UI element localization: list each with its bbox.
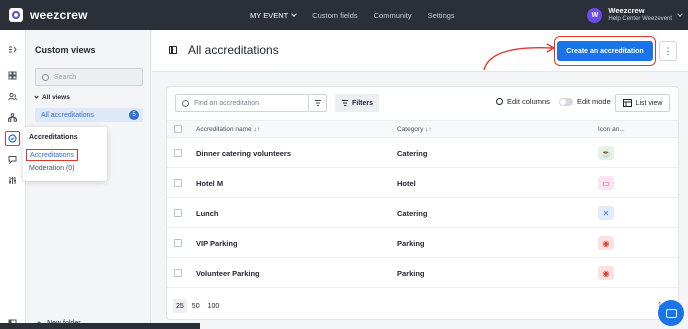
food-icon: ☕: [598, 146, 614, 160]
list-icon: [622, 99, 632, 107]
chat-support-button[interactable]: [658, 300, 684, 326]
chevron-down-icon: [291, 10, 298, 17]
nav-custom-fields[interactable]: Custom fields: [312, 11, 357, 20]
nav-my-event[interactable]: MY EVENT: [250, 10, 298, 20]
gear-icon: [496, 98, 503, 105]
page-size-100[interactable]: 100: [205, 299, 223, 313]
filters-button[interactable]: Filters: [335, 94, 379, 112]
accreditations-card: Find an accreditation Filters Edit colum…: [166, 86, 679, 320]
accreditation-name: VIP Parking: [196, 239, 238, 248]
bed-icon: ▭: [598, 176, 614, 190]
accreditation-category: Hotel: [397, 179, 416, 188]
table-row[interactable]: Dinner catering volunteers Catering ☕: [167, 138, 678, 168]
view-item-all-accreditations[interactable]: All accreditations 5: [35, 108, 143, 122]
filter-funnel-button[interactable]: [309, 94, 327, 112]
weezcrew-logo-icon[interactable]: [9, 8, 23, 22]
top-bar: weezcrew MY EVENT Custom fields Communit…: [0, 0, 688, 30]
row-checkbox[interactable]: [174, 239, 182, 247]
select-all-checkbox[interactable]: [174, 125, 182, 133]
find-accreditation-input[interactable]: Find an accreditation: [175, 94, 309, 112]
message-icon[interactable]: [5, 152, 20, 167]
parking-icon: ◉: [598, 266, 614, 280]
custom-views-search-input[interactable]: Search: [35, 68, 143, 86]
avatar: W: [587, 7, 603, 23]
parking-icon: ◉: [598, 236, 614, 250]
collapse-menu-icon[interactable]: [5, 42, 20, 57]
accreditation-name: Dinner catering volunteers: [196, 149, 292, 158]
list-view-button[interactable]: List view: [615, 94, 670, 112]
left-rail: [0, 30, 26, 329]
popover-item-moderation[interactable]: Moderation (0): [29, 165, 75, 172]
table-row[interactable]: VIP Parking Parking ◉: [167, 228, 678, 258]
toggle-switch[interactable]: [559, 97, 573, 106]
create-accreditation-button[interactable]: Create an accreditation: [557, 41, 653, 61]
chevron-down-icon: [34, 93, 39, 99]
custom-views-title: Custom views: [35, 45, 96, 55]
funnel-icon: [314, 100, 321, 106]
column-header-icon[interactable]: Icon an...: [598, 126, 625, 133]
row-checkbox[interactable]: [174, 209, 182, 217]
edit-mode-toggle[interactable]: Edit mode: [559, 97, 611, 106]
user-organization: Help Center Weezevent: [608, 16, 672, 22]
table-toolbar: Find an accreditation Filters Edit colum…: [167, 87, 678, 118]
search-icon: [182, 99, 189, 107]
popover-item-accreditations[interactable]: Accreditations: [26, 149, 78, 161]
column-header-name[interactable]: Accreditation name ↓↑: [196, 126, 260, 133]
all-views-section[interactable]: All views: [34, 93, 70, 101]
row-checkbox[interactable]: [174, 179, 182, 187]
page-size-50[interactable]: 50: [189, 299, 203, 313]
page-header: All accreditations Create an accreditati…: [152, 30, 688, 72]
row-checkbox[interactable]: [174, 149, 182, 157]
row-checkbox[interactable]: [174, 269, 182, 277]
table-header: Accreditation name ↓↑ Category ↓↑ Icon a…: [167, 120, 678, 138]
accreditation-category: Parking: [397, 269, 425, 278]
org-chart-icon[interactable]: [5, 110, 20, 125]
page-title: All accreditations: [188, 43, 279, 57]
accreditation-category: Catering: [397, 149, 428, 158]
popover-title: Accreditations: [29, 134, 78, 141]
chat-icon: [665, 308, 677, 318]
edit-columns-button[interactable]: Edit columns: [496, 97, 550, 106]
nav-settings[interactable]: Settings: [428, 11, 455, 20]
page-size-selector: 25 50 100: [173, 299, 222, 313]
accreditation-category: Catering: [397, 209, 428, 218]
accreditation-name: Lunch: [196, 209, 219, 218]
brand-name: weezcrew: [30, 8, 88, 22]
accreditations-icon[interactable]: [5, 131, 20, 146]
dashboard-icon[interactable]: [5, 68, 20, 83]
user-name: Weezcrew: [608, 6, 645, 15]
nav-community[interactable]: Community: [374, 11, 412, 20]
table-row[interactable]: Lunch Catering ✕: [167, 198, 678, 228]
top-nav: MY EVENT Custom fields Community Setting…: [250, 0, 471, 30]
table-row[interactable]: Hotel M Hotel ▭: [167, 168, 678, 198]
accreditation-name: Hotel M: [196, 179, 224, 188]
accreditations-popover: Accreditations Accreditations Moderation…: [23, 127, 107, 181]
sidebar-toggle-icon[interactable]: [169, 46, 177, 54]
accreditation-category: Parking: [397, 239, 425, 248]
page-size-25[interactable]: 25: [173, 299, 187, 313]
cutlery-icon: ✕: [598, 206, 614, 220]
sliders-icon[interactable]: [5, 173, 20, 188]
user-menu[interactable]: W Weezcrew Help Center Weezevent: [587, 6, 683, 24]
annotation-arrow-icon: [483, 43, 556, 71]
accreditation-name: Volunteer Parking: [196, 269, 260, 278]
column-header-category[interactable]: Category ↓↑: [397, 126, 432, 133]
more-options-button[interactable]: ⋮: [659, 41, 677, 61]
search-icon: [42, 73, 49, 81]
people-icon[interactable]: [5, 89, 20, 104]
filter-icon: [341, 100, 348, 106]
count-badge: 5: [129, 110, 139, 120]
chevron-down-icon: [677, 10, 683, 17]
table-row[interactable]: Volunteer Parking Parking ◉: [167, 258, 678, 288]
bottom-overlay-strip: [0, 323, 200, 329]
